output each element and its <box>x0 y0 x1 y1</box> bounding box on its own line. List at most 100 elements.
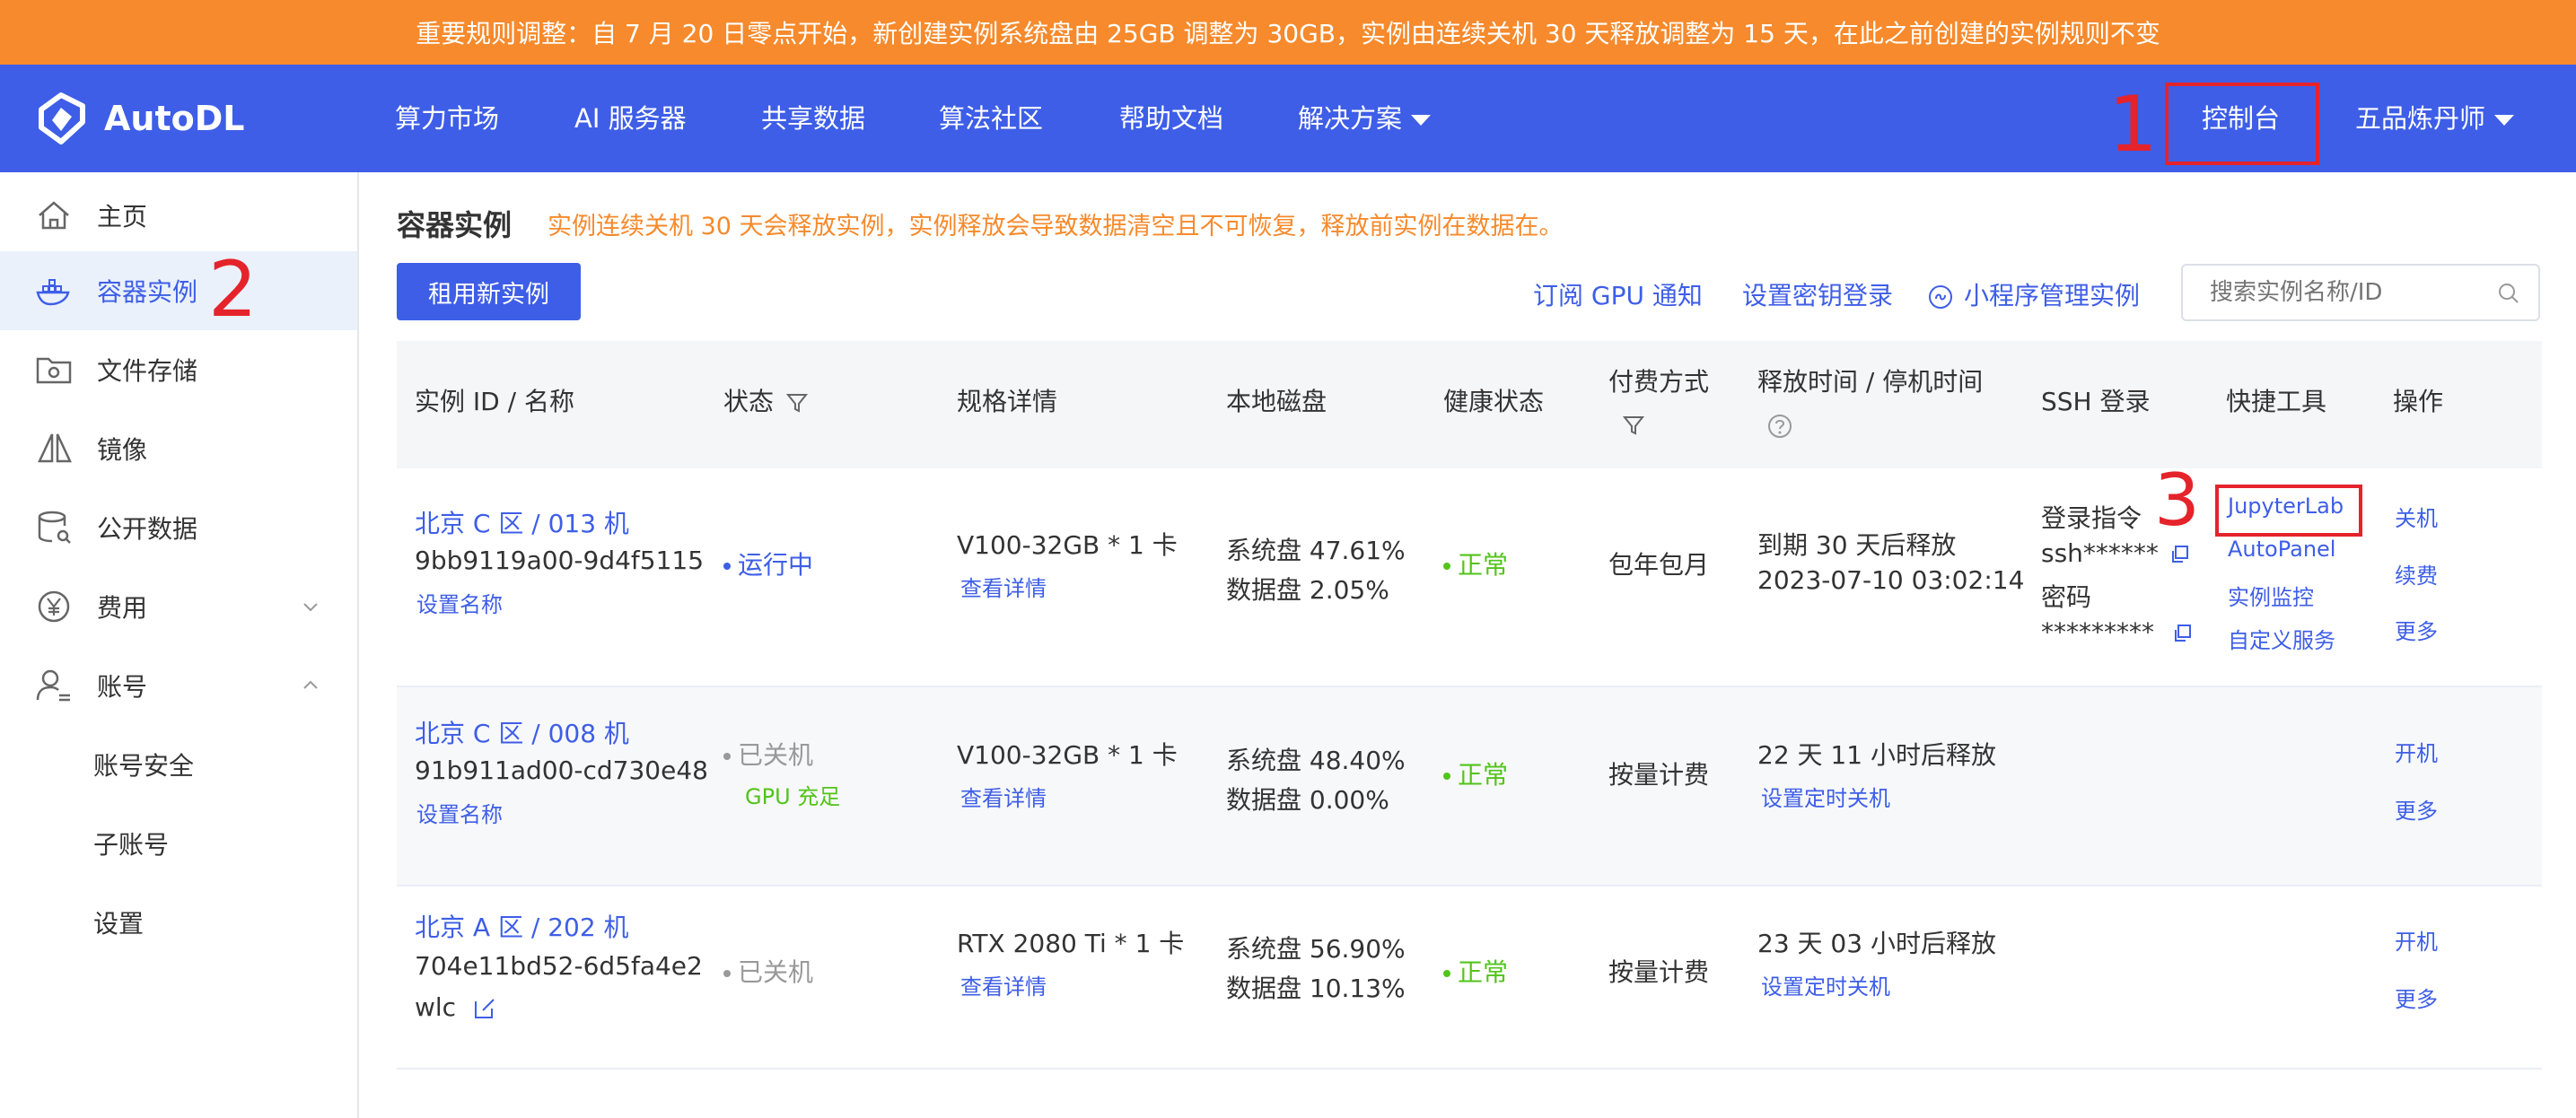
gpu-availability: GPU 充足 <box>745 784 841 809</box>
sidebar-subitem-account-security[interactable]: 账号安全 <box>93 747 194 782</box>
renew-link[interactable]: 续费 <box>2395 558 2438 590</box>
annotation-number-2: 2 <box>208 245 258 335</box>
health-text: 正常 <box>1458 957 1509 987</box>
disk-system: 系统盘 47.61% <box>1226 536 1406 565</box>
column-header-id: 实例 ID / 名称 <box>415 387 574 416</box>
status-text: 运行中 <box>738 550 814 580</box>
nav-solutions[interactable]: 解决方案 <box>1298 102 1432 135</box>
table-row: 北京 C 区 / 008 机 91b911ad00-cd730e48 设置名称 … <box>397 687 2542 887</box>
set-name-link[interactable]: 设置名称 <box>416 797 503 828</box>
nav-ai-server[interactable]: AI 服务器 <box>574 102 687 135</box>
ssh-password: ********* <box>2041 617 2192 647</box>
sidebar-item-label: 费用 <box>97 593 148 623</box>
copy-icon[interactable] <box>2169 545 2189 564</box>
nav-market[interactable]: 算力市场 <box>395 102 499 135</box>
user-menu[interactable]: 五品炼丹师 <box>2355 102 2515 135</box>
sidebar-item-images[interactable]: 镜像 <box>0 409 357 488</box>
instance-name-link[interactable]: 北京 A 区 / 202 机 <box>415 908 629 944</box>
health-text: 正常 <box>1458 550 1509 580</box>
filter-icon[interactable] <box>1623 415 1644 436</box>
status-badge: 已关机 <box>723 953 813 989</box>
column-header-actions: 操作 <box>2393 387 2444 416</box>
user-icon <box>36 669 70 702</box>
spec-text: RTX 2080 Ti * 1 卡 <box>957 929 1185 958</box>
subscribe-gpu-link[interactable]: 订阅 GPU 通知 <box>1533 276 1703 312</box>
nav-shared-data[interactable]: 共享数据 <box>761 102 865 135</box>
nav-help-docs[interactable]: 帮助文档 <box>1119 102 1223 135</box>
copy-icon[interactable] <box>2172 624 2192 643</box>
annotation-box-console <box>2165 83 2319 165</box>
set-key-login-link[interactable]: 设置密钥登录 <box>1742 276 1893 312</box>
help-icon[interactable] <box>1766 413 1793 440</box>
set-scheduled-shutdown-link[interactable]: 设置定时关机 <box>1761 781 1890 812</box>
folder-gear-icon <box>36 357 72 384</box>
health-dot <box>1443 563 1450 570</box>
ssh-command-value: ssh****** <box>2041 538 2159 568</box>
health-dot <box>1443 970 1450 977</box>
health-status: 正常 <box>1443 756 1508 791</box>
nav-community[interactable]: 算法社区 <box>939 102 1043 135</box>
column-header-disk: 本地磁盘 <box>1226 387 1327 416</box>
sidebar-item-home[interactable]: 主页 <box>0 176 357 255</box>
instance-name-link[interactable]: 北京 C 区 / 013 机 <box>415 504 629 540</box>
more-link[interactable]: 更多 <box>2395 614 2438 645</box>
instance-id-suffix-text: wlc <box>415 992 457 1022</box>
instance-id: 91b911ad00-cd730e48 <box>415 756 708 785</box>
tool-autopanel-link[interactable]: AutoPanel <box>2228 537 2335 562</box>
sidebar-item-public-data[interactable]: 公开数据 <box>0 488 357 567</box>
search-icon[interactable] <box>2497 282 2520 305</box>
disk-data: 数据盘 0.00% <box>1226 785 1389 815</box>
spec-details-link[interactable]: 查看详情 <box>960 781 1047 812</box>
column-header-tools: 快捷工具 <box>2226 387 2327 416</box>
database-icon <box>38 511 71 544</box>
sidebar-item-instances[interactable]: 容器实例 <box>0 251 357 330</box>
miniprogram-manage-link[interactable]: 小程序管理实例 <box>1928 276 2140 312</box>
status-text: 已关机 <box>738 740 814 770</box>
payment-type: 包年包月 <box>1608 550 1710 580</box>
status-dot <box>723 970 731 977</box>
more-link[interactable]: 更多 <box>2395 982 2438 1013</box>
power-on-link[interactable]: 开机 <box>2395 736 2438 767</box>
miniprogram-icon <box>1929 285 1952 309</box>
expire-datetime: 2023-07-10 03:02:14 <box>1757 565 2025 595</box>
power-on-link[interactable]: 开机 <box>2395 924 2438 956</box>
ssh-password-label: 密码 <box>2041 582 2092 612</box>
sidebar-subitem-sub-account[interactable]: 子账号 <box>93 825 169 861</box>
edit-icon[interactable] <box>472 996 497 1021</box>
instance-id: 9bb9119a00-9d4f5115 <box>415 546 705 575</box>
sidebar-item-billing[interactable]: 费用 <box>0 567 357 646</box>
sidebar-item-label: 公开数据 <box>97 514 198 544</box>
set-name-link[interactable]: 设置名称 <box>416 587 503 618</box>
filter-icon[interactable] <box>785 392 809 414</box>
instance-search <box>2181 264 2540 321</box>
logo[interactable]: AutoDL <box>34 92 245 145</box>
tool-monitor-link[interactable]: 实例监控 <box>2228 580 2314 611</box>
container-icon <box>36 279 70 306</box>
column-header-health: 健康状态 <box>1443 387 1545 416</box>
disk-system: 系统盘 56.90% <box>1226 934 1406 964</box>
health-text: 正常 <box>1458 760 1509 790</box>
disk-data: 数据盘 2.05% <box>1226 575 1389 605</box>
nav-solutions-label: 解决方案 <box>1298 103 1403 134</box>
health-dot <box>1443 773 1450 780</box>
search-input[interactable] <box>2210 266 2515 319</box>
tool-custom-service-link[interactable]: 自定义服务 <box>2228 623 2335 654</box>
caret-down-icon <box>2494 115 2515 126</box>
instance-id-suffix: wlc <box>415 992 497 1022</box>
set-scheduled-shutdown-link[interactable]: 设置定时关机 <box>1761 969 1890 1000</box>
instance-name-link[interactable]: 北京 C 区 / 008 机 <box>415 714 629 750</box>
shutdown-link[interactable]: 关机 <box>2395 501 2438 532</box>
rent-new-instance-button[interactable]: 租用新实例 <box>397 263 581 320</box>
miniprogram-manage-label: 小程序管理实例 <box>1964 281 2141 310</box>
release-time: 到期 30 天后释放 <box>1757 530 1957 560</box>
sidebar-subitem-settings[interactable]: 设置 <box>93 904 144 940</box>
spec-details-link[interactable]: 查看详情 <box>960 969 1047 1000</box>
spec-details-link[interactable]: 查看详情 <box>960 571 1047 602</box>
chevron-up-icon <box>303 680 318 689</box>
more-link[interactable]: 更多 <box>2395 793 2438 825</box>
release-time: 23 天 03 小时后释放 <box>1757 929 1996 958</box>
sidebar-item-file-storage[interactable]: 文件存储 <box>0 330 357 409</box>
sidebar-item-account[interactable]: 账号 <box>0 646 357 725</box>
ssh-command-label: 登录指令 <box>2041 503 2142 533</box>
table-row: 北京 A 区 / 202 机 704e11bd52-6d5fa4e2 wlc 已… <box>397 887 2542 1070</box>
